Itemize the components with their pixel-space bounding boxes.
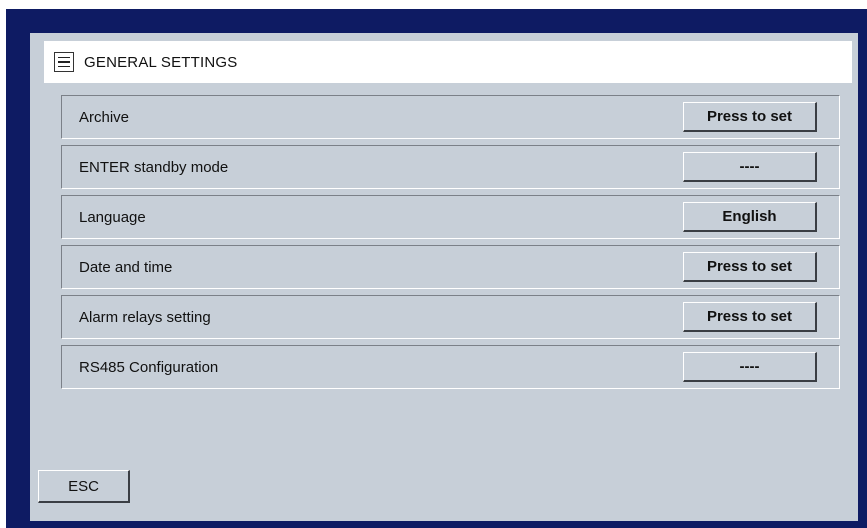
setting-label: RS485 Configuration: [79, 359, 219, 376]
menu-list-icon[interactable]: [54, 52, 74, 72]
page-header: GENERAL SETTINGS: [44, 41, 852, 83]
date-time-set-button[interactable]: Press to set: [683, 252, 817, 282]
esc-button[interactable]: ESC: [38, 470, 130, 503]
screen-frame: GENERAL SETTINGS Archive Press to set EN…: [6, 9, 867, 528]
setting-row-date-time: Date and time Press to set: [61, 245, 840, 289]
setting-label: Alarm relays setting: [79, 309, 211, 326]
setting-row-rs485: RS485 Configuration ----: [61, 345, 840, 389]
archive-set-button[interactable]: Press to set: [683, 102, 817, 132]
alarm-relays-set-button[interactable]: Press to set: [683, 302, 817, 332]
standby-mode-button[interactable]: ----: [683, 152, 817, 182]
page-title: GENERAL SETTINGS: [84, 53, 238, 71]
settings-panel: GENERAL SETTINGS Archive Press to set EN…: [30, 33, 858, 521]
setting-row-archive: Archive Press to set: [61, 95, 840, 139]
settings-list: Archive Press to set ENTER standby mode …: [61, 95, 840, 395]
setting-label: Date and time: [79, 259, 173, 276]
setting-row-alarm-relays: Alarm relays setting Press to set: [61, 295, 840, 339]
setting-label: ENTER standby mode: [79, 159, 229, 176]
language-button[interactable]: English: [683, 202, 817, 232]
setting-label: Language: [79, 209, 146, 226]
setting-label: Archive: [79, 109, 130, 126]
setting-row-language: Language English: [61, 195, 840, 239]
rs485-config-button[interactable]: ----: [683, 352, 817, 382]
setting-row-standby: ENTER standby mode ----: [61, 145, 840, 189]
